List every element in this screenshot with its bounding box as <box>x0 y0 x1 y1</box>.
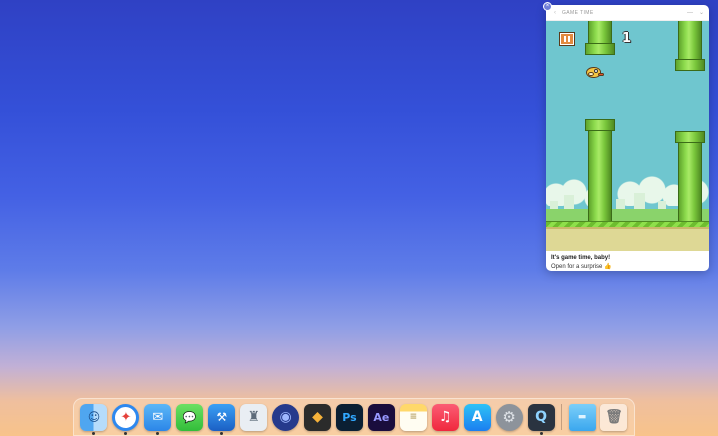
dock-item-quicktime[interactable]: Q <box>525 398 557 436</box>
dock-item-photoshop[interactable]: Ps <box>334 398 366 436</box>
flappy-bird-game[interactable]: 1 <box>546 21 709 251</box>
dock-item-music[interactable]: ♫ <box>429 398 461 436</box>
notes-icon: ≡ <box>399 403 427 431</box>
safari-icon: ✦ <box>112 403 140 431</box>
pipe-cap-top-left <box>585 43 615 55</box>
widget-footer[interactable]: It's game time, baby! Open for a surpris… <box>546 251 709 271</box>
game-time-widget: ‹ GAME TIME — ⌄ 1 It's game time, baby! … <box>546 5 709 271</box>
app-store-icon: A <box>463 403 491 431</box>
after-effects-icon: Ae <box>367 403 395 431</box>
sphere-icon: ◉ <box>272 403 300 431</box>
dock-item-sketch[interactable]: ◆ <box>302 398 334 436</box>
dock-item-notes[interactable]: ≡ <box>397 398 429 436</box>
dock-item-messages[interactable]: 💬 <box>174 398 206 436</box>
dock-item-mail[interactable]: ✉ <box>142 398 174 436</box>
running-indicator <box>124 432 128 435</box>
dock-item-safari[interactable]: ✦ <box>110 398 142 436</box>
pipe-bottom-left <box>588 129 612 221</box>
dock-item-xcode[interactable]: ⚒ <box>206 398 238 436</box>
pause-icon[interactable] <box>559 32 575 46</box>
xcode-icon: ⚒ <box>208 403 236 431</box>
running-indicator <box>156 432 160 435</box>
dock-item-tower[interactable]: ♜ <box>238 398 270 436</box>
pipe-bottom-right <box>678 141 702 221</box>
minimize-icon[interactable]: — <box>687 10 693 16</box>
trash-icon: 🗑 <box>600 403 628 431</box>
dock: ☺ ✦ ✉ 💬 ⚒ ♜ ◉ ◆ Ps Ae ≡ ♫ A ⚙ Q ▬ 🗑 <box>73 398 635 436</box>
dock-item-trash[interactable]: 🗑 <box>598 398 630 436</box>
pipe-cap-bottom-left <box>585 119 615 131</box>
running-indicator <box>220 432 224 435</box>
chevron-down-icon[interactable]: ⌄ <box>699 9 704 16</box>
quicktime-icon: Q <box>527 403 555 431</box>
dock-separator <box>561 404 563 430</box>
photoshop-icon: Ps <box>335 403 363 431</box>
dock-item-app-store[interactable]: A <box>461 398 493 436</box>
running-indicator <box>539 432 543 435</box>
dock-item-system-preferences[interactable]: ⚙ <box>493 398 525 436</box>
game-ground <box>546 227 709 251</box>
widget-title: GAME TIME <box>562 9 594 16</box>
folder-icon: ▬ <box>568 403 596 431</box>
dock-item-after-effects[interactable]: Ae <box>365 398 397 436</box>
running-indicator <box>92 432 96 435</box>
widget-subtext: Open for a surprise 👍 <box>551 264 612 270</box>
sketch-icon: ◆ <box>304 403 332 431</box>
mail-icon: ✉ <box>144 403 172 431</box>
back-arrow-icon[interactable]: ‹ <box>554 10 556 16</box>
messages-icon: 💬 <box>176 403 204 431</box>
dock-item-sphere[interactable]: ◉ <box>270 398 302 436</box>
dock-item-downloads-folder[interactable]: ▬ <box>566 398 598 436</box>
tower-icon: ♜ <box>240 403 268 431</box>
widget-close-icon[interactable]: × <box>543 2 552 11</box>
flappy-bird-sprite <box>586 67 604 78</box>
widget-titlebar: ‹ GAME TIME — ⌄ <box>546 5 709 21</box>
pipe-top-left <box>588 21 612 45</box>
dock-item-finder[interactable]: ☺ <box>78 398 110 436</box>
pipe-top-right <box>678 21 702 61</box>
pipe-cap-top-right <box>675 59 705 71</box>
settings-gear-icon: ⚙ <box>495 403 523 431</box>
widget-headline: It's game time, baby! <box>551 255 611 261</box>
game-score: 1 <box>622 31 632 46</box>
pipe-cap-bottom-right <box>675 131 705 143</box>
music-icon: ♫ <box>431 403 459 431</box>
finder-icon: ☺ <box>80 403 108 431</box>
